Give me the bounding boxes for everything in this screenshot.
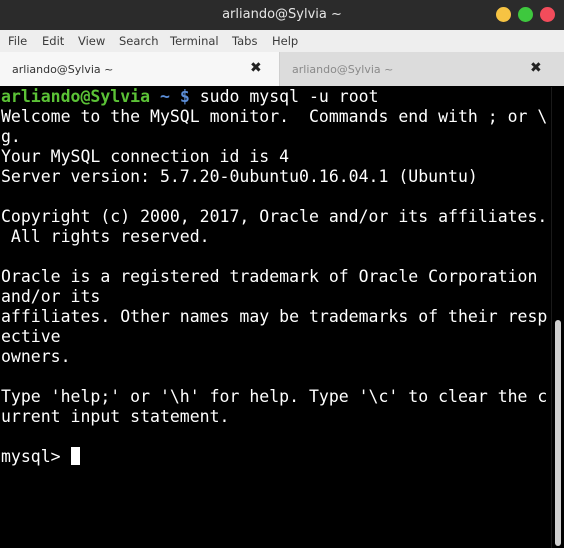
output-line: affiliates. Other names may be trademark… bbox=[1, 307, 548, 326]
prompt-path: ~ $ bbox=[150, 87, 190, 106]
menu-bar: File Edit View Search Terminal Tabs Help bbox=[0, 30, 564, 52]
output-line: Type 'help;' or '\h' for help. Type '\c'… bbox=[1, 387, 548, 406]
output-line: owners. bbox=[1, 347, 71, 366]
tab-label: arliando@Sylvia ~ bbox=[292, 63, 394, 76]
output-line: urrent input statement. bbox=[1, 407, 230, 426]
tab-2[interactable]: arliando@Sylvia ~ ✖ bbox=[280, 52, 564, 86]
mysql-prompt: mysql> bbox=[1, 447, 71, 466]
text-cursor bbox=[70, 447, 80, 465]
output-line: Your MySQL connection id is 4 bbox=[1, 147, 290, 166]
menu-search[interactable]: Search bbox=[119, 34, 159, 48]
close-icon[interactable]: ✖ bbox=[530, 60, 542, 76]
output-line: ective bbox=[1, 327, 61, 346]
tab-1[interactable]: arliando@Sylvia ~ ✖ bbox=[0, 52, 280, 86]
terminal-text: arliando@Sylvia ~ $ sudo mysql -u root W… bbox=[1, 87, 547, 467]
menu-terminal[interactable]: Terminal bbox=[170, 34, 219, 48]
output-line: g. bbox=[1, 127, 21, 146]
menu-file[interactable]: File bbox=[8, 34, 27, 48]
output-line: All rights reserved. bbox=[1, 227, 210, 246]
tab-bar: arliando@Sylvia ~ ✖ arliando@Sylvia ~ ✖ bbox=[0, 52, 564, 86]
output-line: Server version: 5.7.20-0ubuntu0.16.04.1 … bbox=[1, 167, 478, 186]
output-line: Copyright (c) 2000, 2017, Oracle and/or … bbox=[1, 207, 548, 226]
terminal-window: arliando@Sylvia ~ File Edit View Search … bbox=[0, 0, 564, 548]
terminal-area[interactable]: arliando@Sylvia ~ $ sudo mysql -u root W… bbox=[0, 87, 551, 548]
output-line: Welcome to the MySQL monitor. Commands e… bbox=[1, 107, 548, 126]
menu-tabs[interactable]: Tabs bbox=[232, 34, 257, 48]
menu-help[interactable]: Help bbox=[272, 34, 298, 48]
tab-label: arliando@Sylvia ~ bbox=[12, 63, 114, 76]
title-bar[interactable]: arliando@Sylvia ~ bbox=[0, 0, 564, 30]
output-line: Oracle is a registered trademark of Orac… bbox=[1, 267, 538, 286]
window-title: arliando@Sylvia ~ bbox=[222, 7, 342, 22]
minimize-button[interactable] bbox=[496, 7, 511, 22]
close-icon[interactable]: ✖ bbox=[250, 60, 262, 76]
close-window-button[interactable] bbox=[540, 7, 555, 22]
scrollbar-thumb[interactable] bbox=[555, 320, 561, 546]
command-text: sudo mysql -u root bbox=[189, 87, 379, 106]
prompt-user: arliando@Sylvia bbox=[1, 87, 151, 106]
menu-view[interactable]: View bbox=[78, 34, 105, 48]
output-line: and/or its bbox=[1, 287, 101, 306]
menu-edit[interactable]: Edit bbox=[42, 34, 64, 48]
maximize-button[interactable] bbox=[518, 7, 533, 22]
